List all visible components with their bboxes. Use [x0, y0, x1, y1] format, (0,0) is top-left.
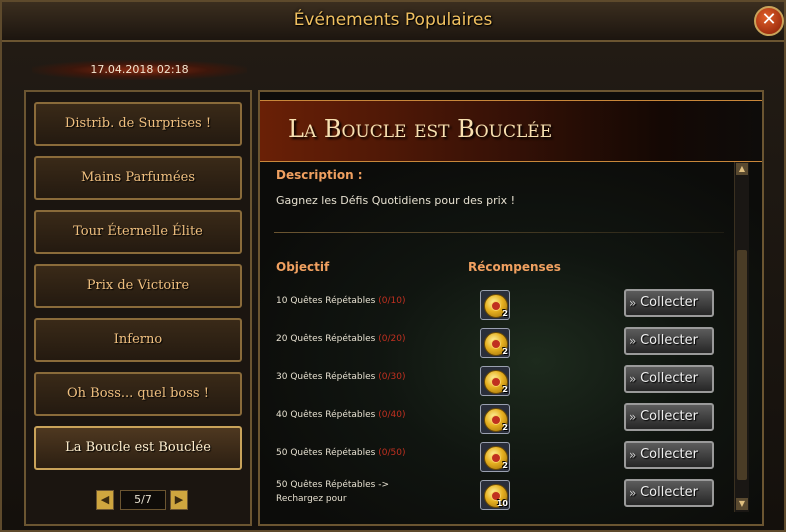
- objective-progress: (0/20): [378, 334, 406, 344]
- title-bar: Événements Populaires ✕: [2, 2, 784, 42]
- event-title: La Boucle est Bouclée: [288, 115, 553, 143]
- chevron-icon: »: [629, 372, 637, 386]
- reward-slot[interactable]: 10: [480, 480, 510, 510]
- sidebar-item-distrib-surprises[interactable]: Distrib. de Surprises !: [34, 102, 242, 146]
- objective-progress: (0/50): [378, 448, 406, 458]
- event-sidebar: Distrib. de Surprises ! Mains Parfumées …: [24, 90, 252, 526]
- sidebar-item-inferno[interactable]: Inferno: [34, 318, 242, 362]
- objective-progress: (0/40): [378, 410, 406, 420]
- event-content: Description : Gagnez les Défis Quotidien…: [260, 162, 762, 524]
- description-text: Gagnez les Défis Quotidiens pour des pri…: [276, 194, 516, 207]
- rewards-header: Récompenses: [468, 260, 561, 274]
- event-banner: La Boucle est Bouclée: [260, 100, 762, 162]
- objective-row: 50 Quêtes Répétables -> Rechargez pour 10…: [260, 478, 762, 516]
- collect-button[interactable]: » Collecter: [624, 327, 714, 355]
- objective-text: 20 Quêtes Répétables (0/20): [276, 334, 406, 344]
- collect-button[interactable]: » Collecter: [624, 289, 714, 317]
- reward-quantity: 2: [502, 423, 508, 432]
- objective-text: 50 Quêtes Répétables -> Rechargez pour: [276, 480, 390, 504]
- objective-progress: (0/10): [378, 296, 406, 306]
- reward-slot[interactable]: 2: [480, 328, 510, 358]
- reward-slot[interactable]: 2: [480, 290, 510, 320]
- collect-button[interactable]: » Collecter: [624, 365, 714, 393]
- collect-button[interactable]: » Collecter: [624, 403, 714, 431]
- objective-row: 30 Quêtes Répétables (0/30) 2 » Collecter: [260, 364, 762, 402]
- chevron-icon: »: [629, 448, 637, 462]
- page-indicator: 5/7: [120, 490, 166, 510]
- date-time: 17.04.2018 02:18: [32, 60, 247, 80]
- objective-row: 10 Quêtes Répétables (0/10) 2 » Collecter: [260, 288, 762, 326]
- close-button[interactable]: ✕: [754, 6, 784, 36]
- chevron-icon: »: [629, 486, 637, 500]
- objective-text: 10 Quêtes Répétables (0/10): [276, 296, 406, 306]
- scroll-up-button[interactable]: ▲: [736, 163, 748, 175]
- objective-row: 40 Quêtes Répétables (0/40) 2 » Collecter: [260, 402, 762, 440]
- scrollbar[interactable]: ▲ ▼: [734, 162, 749, 512]
- window-title: Événements Populaires: [293, 10, 493, 30]
- collect-button[interactable]: » Collecter: [624, 441, 714, 469]
- prev-page-button[interactable]: ◀: [96, 490, 114, 510]
- description-label: Description :: [276, 168, 363, 182]
- reward-slot[interactable]: 2: [480, 366, 510, 396]
- reward-quantity: 10: [496, 499, 508, 508]
- scroll-down-button[interactable]: ▼: [736, 498, 748, 510]
- objective-text: 50 Quêtes Répétables (0/50): [276, 448, 406, 458]
- reward-slot[interactable]: 2: [480, 404, 510, 434]
- reward-quantity: 2: [502, 461, 508, 470]
- objective-header: Objectif: [276, 260, 330, 274]
- divider: [274, 232, 724, 233]
- reward-quantity: 2: [502, 309, 508, 318]
- event-window: Événements Populaires ✕ 17.04.2018 02:18…: [0, 0, 786, 532]
- event-panel: La Boucle est Bouclée Description : Gagn…: [258, 90, 764, 526]
- pager: ◀ 5/7 ▶: [96, 490, 196, 510]
- objective-progress: (0/30): [378, 372, 406, 382]
- chevron-icon: »: [629, 296, 637, 310]
- reward-quantity: 2: [502, 347, 508, 356]
- objective-text: 30 Quêtes Répétables (0/30): [276, 372, 406, 382]
- objective-row: 50 Quêtes Répétables (0/50) 2 » Collecter: [260, 440, 762, 478]
- objective-text: 40 Quêtes Répétables (0/40): [276, 410, 406, 420]
- collect-button[interactable]: » Collecter: [624, 479, 714, 507]
- sidebar-item-boucle-bouclee[interactable]: La Boucle est Bouclée: [34, 426, 242, 470]
- sidebar-item-oh-boss[interactable]: Oh Boss... quel boss !: [34, 372, 242, 416]
- reward-quantity: 2: [502, 385, 508, 394]
- objective-row: 20 Quêtes Répétables (0/20) 2 » Collecter: [260, 326, 762, 364]
- reward-slot[interactable]: 2: [480, 442, 510, 472]
- chevron-icon: »: [629, 334, 637, 348]
- scroll-thumb[interactable]: [737, 250, 747, 480]
- next-page-button[interactable]: ▶: [170, 490, 188, 510]
- sidebar-item-prix-victoire[interactable]: Prix de Victoire: [34, 264, 242, 308]
- chevron-icon: »: [629, 410, 637, 424]
- sidebar-item-tour-eternelle[interactable]: Tour Éternelle Élite: [34, 210, 242, 254]
- sidebar-item-mains-parfumees[interactable]: Mains Parfumées: [34, 156, 242, 200]
